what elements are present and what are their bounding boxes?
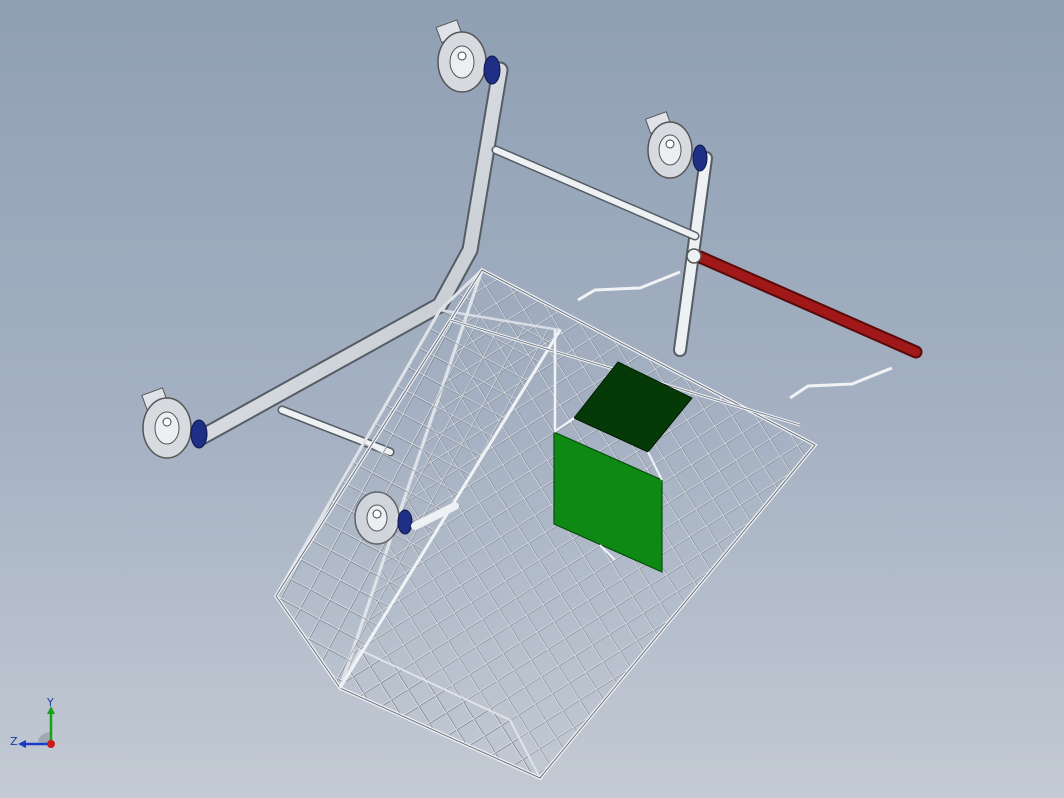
model-viewport[interactable] xyxy=(0,0,1064,798)
handle-bar xyxy=(686,248,923,359)
caster-wheel-rear-right xyxy=(644,111,708,179)
triad-z-label: Z xyxy=(10,735,18,748)
caster-wheel-front-left xyxy=(141,387,208,459)
orientation-triad: Y Z xyxy=(10,698,55,748)
triad-x-axis xyxy=(47,740,55,748)
caster-wheel-rear-left xyxy=(435,19,501,93)
triad-y-label: Y xyxy=(46,698,54,709)
triad-z-arrow xyxy=(18,740,26,748)
